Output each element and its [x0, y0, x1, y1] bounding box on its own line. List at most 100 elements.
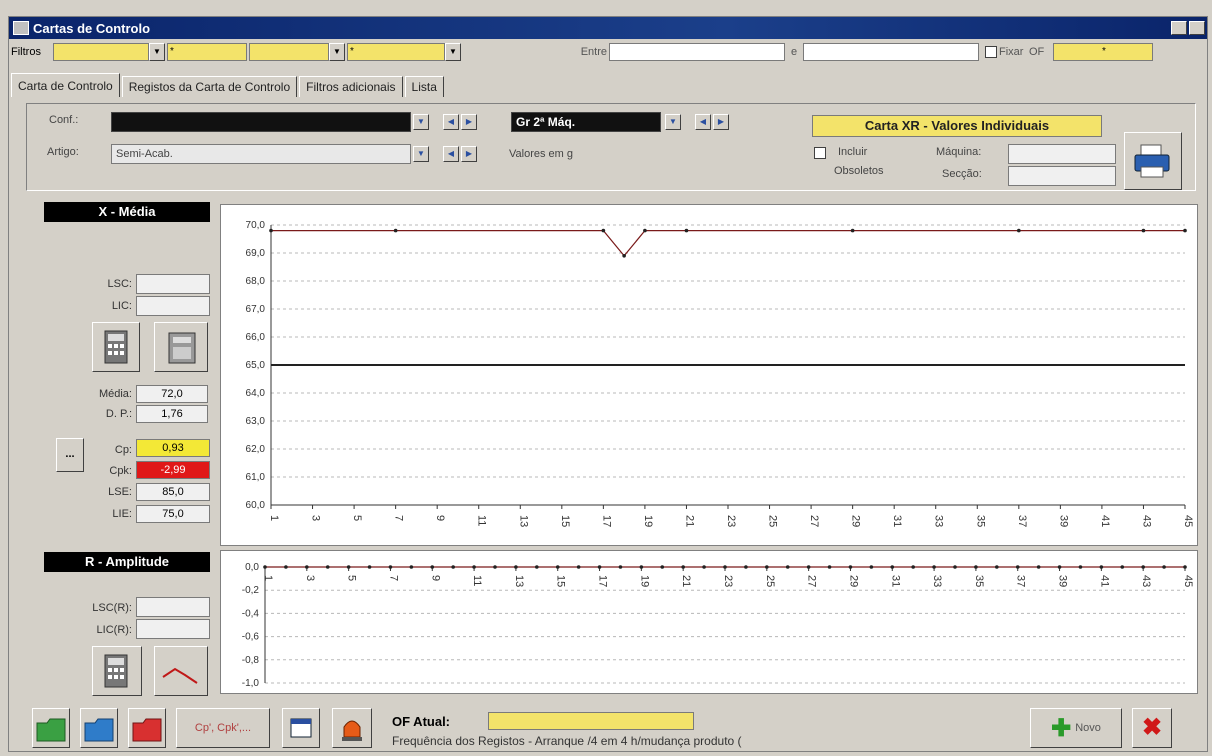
maximize-button[interactable] — [1189, 21, 1205, 35]
filter-combo-3[interactable]: ▼ — [249, 43, 345, 61]
data-point — [493, 565, 497, 569]
filter-combo-1[interactable]: ▼ — [53, 43, 165, 61]
x-tick-label: 7 — [387, 575, 399, 581]
x-tick-label: 21 — [683, 515, 695, 527]
data-point — [911, 565, 915, 569]
next-arrow-icon[interactable]: ▶ — [461, 146, 477, 162]
x-tick-label: 29 — [850, 515, 862, 527]
maquina-label: Máquina: — [936, 146, 982, 158]
conf-select[interactable] — [111, 112, 411, 132]
y-tick-label: -0,8 — [242, 655, 260, 666]
data-point — [367, 565, 372, 569]
r-calculator-button[interactable] — [92, 646, 142, 696]
alarm-button[interactable] — [332, 708, 372, 748]
x-tick-label: 43 — [1140, 515, 1152, 527]
next-arrow-icon[interactable]: ▶ — [461, 114, 477, 130]
data-point — [684, 228, 689, 233]
cp-cpk-button[interactable]: Cp', Cpk',... — [176, 708, 270, 748]
chevron-down-icon[interactable]: ▼ — [413, 114, 429, 130]
seccao-input[interactable] — [1008, 166, 1116, 186]
incluir-checkbox[interactable] — [814, 147, 826, 159]
prev-arrow-icon[interactable]: ◀ — [695, 114, 711, 130]
data-point — [806, 565, 811, 569]
x-tick-label: 35 — [973, 575, 985, 587]
chevron-down-icon[interactable]: ▼ — [413, 146, 429, 162]
prev-arrow-icon[interactable]: ◀ — [443, 146, 459, 162]
lie-label: LIE: — [112, 508, 132, 520]
x-tick-label: 19 — [642, 515, 654, 527]
r-amplitude-chart-svg: 0,0-0,2-0,4-0,6-0,8-1,01 3 5 7 9 11 13 15 17 19 21… — [242, 562, 1194, 689]
data-point — [953, 565, 957, 569]
open-folder-button[interactable] — [32, 708, 70, 748]
filter-combo-4[interactable]: * ▼ — [347, 43, 461, 61]
data-point — [576, 565, 581, 569]
x-tick-label: 17 — [597, 575, 609, 587]
prev-arrow-icon[interactable]: ◀ — [443, 114, 459, 130]
r-trend-button[interactable] — [154, 646, 208, 696]
date-from-input[interactable] — [609, 43, 785, 61]
data-point — [269, 228, 273, 233]
tab-filtros-adicionais[interactable]: Filtros adicionais — [299, 76, 403, 97]
calculator-button[interactable] — [92, 322, 140, 372]
x-tick-label: 37 — [1016, 515, 1028, 527]
folder-blue-button[interactable] — [80, 708, 118, 748]
x-tick-label: 9 — [434, 515, 446, 521]
chevron-down-icon[interactable]: ▼ — [149, 43, 165, 61]
x-tick-label: 17 — [600, 515, 612, 527]
data-point — [785, 565, 790, 569]
folder-red-button[interactable] — [128, 708, 166, 748]
x-tick-label: 13 — [517, 515, 529, 527]
tab-carta-controlo[interactable]: Carta de Controlo — [11, 73, 120, 97]
data-point — [263, 565, 267, 569]
artigo-select[interactable]: Semi-Acab. — [111, 144, 411, 164]
fixar-checkbox[interactable] — [985, 46, 997, 58]
novo-button[interactable]: ✚ Novo — [1030, 708, 1122, 748]
close-button[interactable]: ✖ — [1132, 708, 1172, 748]
x-tick-label: 39 — [1057, 575, 1069, 587]
x-tick-label: 9 — [429, 575, 441, 581]
lscr-label: LSC(R): — [92, 602, 132, 614]
print-button[interactable] — [1124, 132, 1182, 190]
tab-lista[interactable]: Lista — [404, 76, 444, 97]
data-point — [622, 254, 626, 258]
lic-field[interactable] — [136, 296, 210, 316]
carta-type-box: Carta XR - Valores Individuais Incluir O… — [812, 115, 1118, 195]
lsc-field[interactable] — [136, 274, 210, 294]
y-tick-label: 69,0 — [246, 248, 266, 259]
data-point — [472, 565, 476, 569]
data-point — [409, 565, 414, 569]
report-button[interactable] — [154, 322, 208, 372]
of-input[interactable]: * — [1053, 43, 1153, 61]
minimize-button[interactable] — [1171, 21, 1187, 35]
tab-registos[interactable]: Registos da Carta de Controlo — [121, 76, 298, 97]
group-select[interactable]: Gr 2ª Máq. — [511, 112, 661, 132]
chevron-down-icon[interactable]: ▼ — [445, 43, 461, 61]
data-point — [430, 565, 435, 569]
x-tick-label: 25 — [767, 515, 779, 527]
filter-combo-2[interactable]: * — [167, 43, 247, 61]
chevron-down-icon[interactable]: ▼ — [665, 114, 681, 130]
chevron-down-icon[interactable]: ▼ — [329, 43, 345, 61]
series-line — [271, 230, 1185, 257]
data-point — [388, 565, 393, 569]
data-point — [618, 565, 623, 569]
more-options-button[interactable]: ... — [56, 438, 84, 472]
folder-green-icon — [36, 718, 66, 742]
entre-label: Entre — [580, 46, 607, 58]
lse-value: 85,0 — [136, 483, 210, 501]
calendar-button[interactable] — [282, 708, 320, 748]
licr-field[interactable] — [136, 619, 210, 639]
x-tick-label: 19 — [638, 575, 650, 587]
x-tick-label: 25 — [764, 575, 776, 587]
data-point — [681, 565, 685, 569]
next-arrow-icon[interactable]: ▶ — [713, 114, 729, 130]
data-point — [639, 565, 644, 569]
lscr-field[interactable] — [136, 597, 210, 617]
data-point — [1099, 565, 1104, 569]
data-point — [744, 565, 748, 569]
date-to-input[interactable] — [803, 43, 979, 61]
calendar-icon — [290, 718, 312, 738]
maquina-input[interactable] — [1008, 144, 1116, 164]
x-tick-label: 39 — [1057, 515, 1069, 527]
cpk-value: -2,99 — [136, 461, 210, 479]
